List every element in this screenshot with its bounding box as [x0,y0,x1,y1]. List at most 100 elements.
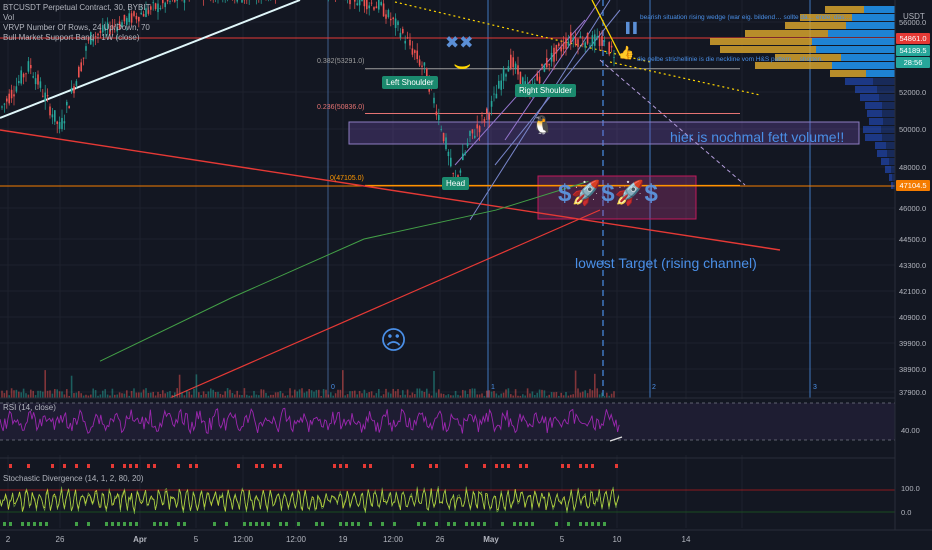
volume-bar [454,390,457,398]
volume-bar [536,392,538,398]
price-tick-label: 43300.0 [899,261,926,270]
candle-body [138,17,140,22]
volume-bar [279,390,282,398]
volume-bar [555,391,558,398]
volume-profile-row-up [855,86,877,93]
volume-profile-row-up [865,102,882,109]
candle-body [512,57,514,68]
volume-bar [363,389,366,398]
volume-bar [598,394,601,398]
volume-bar [310,390,313,398]
stoch-signal-bottom [75,522,78,526]
volume-bar [15,389,18,398]
volume-bar [176,388,178,398]
volume-bar [438,389,440,398]
stoch-signal-bottom [21,522,24,526]
stoch-signal-bottom [393,522,396,526]
candle-body [385,14,387,19]
price-tag-orange: 47104.5 [896,180,930,191]
rsi-pane[interactable] [0,399,895,455]
candle-body [15,86,18,92]
volume-bar [106,394,109,398]
volume-bar [111,388,114,398]
candle-body [445,137,447,150]
stoch-signal-top [111,464,114,468]
stoch-signal-bottom [255,522,258,526]
candle-body [546,57,548,68]
volume-bar [174,392,176,398]
stoch-signal-top [153,464,156,468]
volume-bar [471,388,474,398]
stoch-signal-top [189,464,192,468]
candle-body [464,152,466,155]
volume-bar [334,393,337,398]
volume-profile-row-down [866,70,895,77]
volume-bar [474,388,476,398]
stoch-signal-bottom [417,522,420,526]
stoch-signal-bottom [165,522,168,526]
volume-bar [219,393,222,398]
candle-body [399,32,402,38]
candle-body [30,65,32,69]
stoch-signal-top [507,464,510,468]
volume-profile-row-down [887,150,895,157]
volume-bar [234,394,236,398]
stoch-signal-bottom [501,522,504,526]
time-tick-label: 5 [194,535,199,544]
stoch-signal-top [363,464,366,468]
volume-bar [66,389,68,398]
candle-body [27,61,30,72]
time-tick-label: Apr [133,535,147,544]
volume-bar [397,389,399,398]
fib-label-0: 0(47105.0) [330,175,364,182]
candle-body [56,121,58,124]
volume-bar [186,390,188,398]
volume-bar [541,389,543,398]
volume-profile-row-up [885,166,891,173]
candle-body [502,68,505,81]
volume-bar [294,389,296,398]
volume-bar [1,390,3,398]
price-tick-label: 52000.0 [899,88,926,97]
volume-bar [32,390,34,398]
stoch-signal-bottom [33,522,36,526]
stoch-signal-bottom [159,522,162,526]
volume-bar [90,394,92,398]
candle-body [558,43,560,46]
candle-body [44,92,46,101]
volume-bar [308,389,310,398]
price-tag-countdown: 28:56 [896,57,930,68]
stoch-signal-top [135,464,138,468]
bull-band-label: Bull Market Support Band - 1W (close) [3,33,140,42]
candle-body [361,0,363,2]
volume-profile-row-up [720,46,816,53]
volume-bar [255,394,258,398]
volume-bar [313,391,315,398]
cycle-marker-2: 2 [652,384,656,391]
stoch-signal-top [273,464,276,468]
time-tick-label: 14 [682,535,691,544]
stoch-signal-bottom [213,522,216,526]
candle-body [481,115,483,117]
price-tag-last: 54189.5 [896,45,930,56]
stoch-signal-bottom [555,522,558,526]
candle-body [174,0,176,2]
volume-bar [514,389,517,398]
volume-bar [339,389,342,398]
stoch-signal-bottom [513,522,516,526]
candle-body [70,87,73,93]
volume-bar [354,390,356,398]
money-rocket-symbols: $🚀$🚀$ [558,180,658,207]
stoch-signal-bottom [27,522,30,526]
candle-body [469,130,471,137]
candle-body [363,0,366,7]
volume-bar [51,393,54,398]
volume-bar [610,393,613,398]
volume-profile-row-up [877,150,887,157]
volume-bar [217,391,219,398]
candle-body [142,13,145,17]
chart-canvas[interactable]: 56000.055000.052000.050000.048000.046000… [0,0,932,550]
candle-body [406,37,409,39]
volume-bar [366,393,368,398]
volume-profile-row-up [710,38,812,45]
